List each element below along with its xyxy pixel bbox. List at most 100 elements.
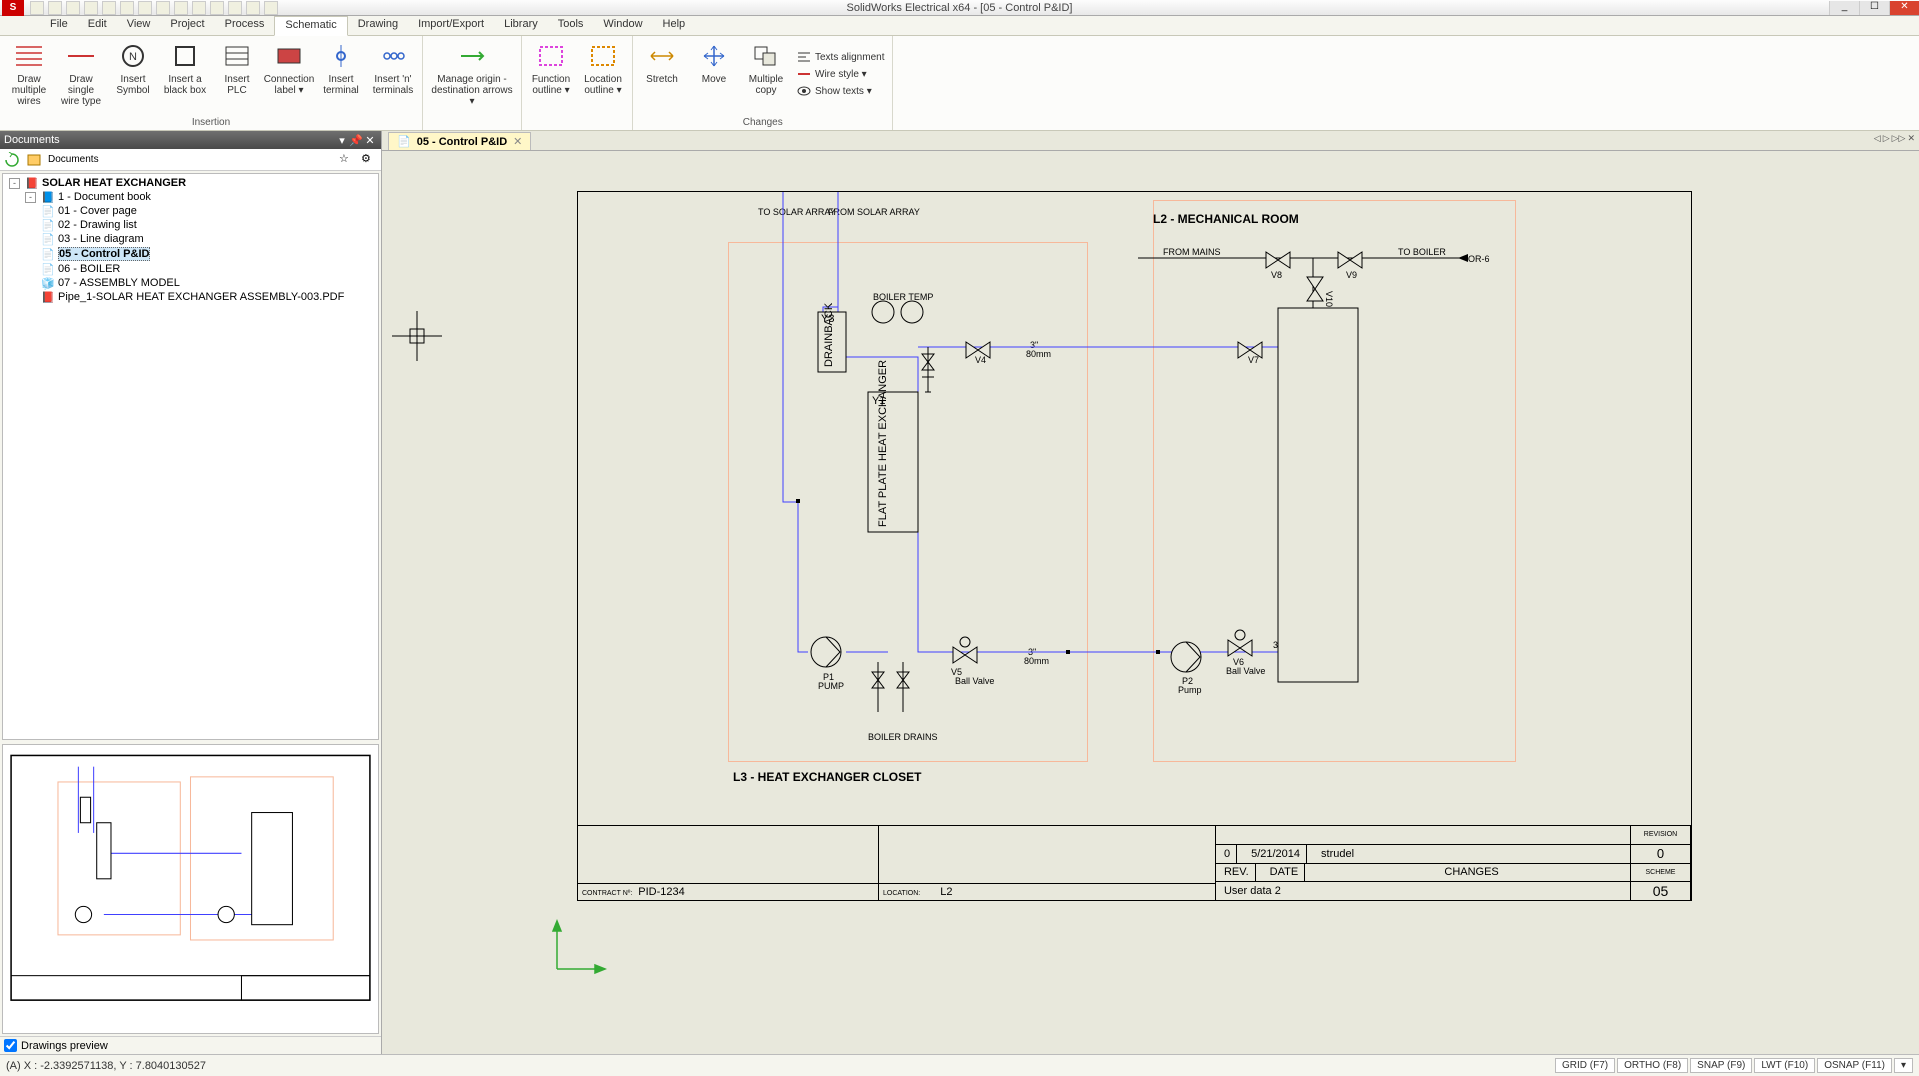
- menu-drawing[interactable]: Drawing: [348, 16, 408, 35]
- texts-alignment-button[interactable]: Texts alignment: [793, 49, 888, 65]
- tab-close-button[interactable]: ✕: [513, 135, 522, 148]
- qat-btn[interactable]: [48, 1, 62, 15]
- function-outline-button[interactable]: Function outline ▾: [526, 38, 576, 98]
- qat-btn[interactable]: [66, 1, 80, 15]
- stretch-button[interactable]: Stretch: [637, 38, 687, 87]
- statusbar: (A) X : -2.3392571138, Y : 7.8040130527 …: [0, 1054, 1919, 1076]
- tree-root[interactable]: -📕SOLAR HEAT EXCHANGER: [9, 176, 376, 190]
- qat-btn[interactable]: [30, 1, 44, 15]
- tree-doc[interactable]: 📄02 - Drawing list: [41, 218, 376, 232]
- book-icon: 📘: [41, 191, 55, 203]
- qat-btn[interactable]: [264, 1, 278, 15]
- insert-plc-button[interactable]: Insert PLC: [212, 38, 262, 98]
- menu-file[interactable]: File: [40, 16, 78, 35]
- tab-nav-right[interactable]: ▷: [1883, 133, 1890, 144]
- qat-btn[interactable]: [84, 1, 98, 15]
- menu-edit[interactable]: Edit: [78, 16, 117, 35]
- document-tree[interactable]: -📕SOLAR HEAT EXCHANGER -📘1 - Document bo…: [2, 173, 379, 740]
- maximize-button[interactable]: ☐: [1859, 1, 1889, 15]
- osnap-toggle[interactable]: OSNAP (F11): [1817, 1058, 1892, 1073]
- move-button[interactable]: Move: [689, 38, 739, 87]
- tree-doc[interactable]: 📕Pipe_1-SOLAR HEAT EXCHANGER ASSEMBLY-00…: [41, 290, 376, 304]
- page-icon: 📄: [41, 205, 55, 217]
- snap-toggles: GRID (F7) ORTHO (F8) SNAP (F9) LWT (F10)…: [1555, 1058, 1913, 1073]
- tree-doc[interactable]: 📄03 - Line diagram: [41, 232, 376, 246]
- model-icon: 🧊: [41, 277, 55, 289]
- tab-nav-left[interactable]: ◁: [1874, 133, 1881, 144]
- gear-icon[interactable]: ⚙: [361, 152, 377, 168]
- menu-process[interactable]: Process: [215, 16, 275, 35]
- menu-view[interactable]: View: [117, 16, 161, 35]
- insert-black-box-button[interactable]: Insert a black box: [160, 38, 210, 98]
- document-tab[interactable]: 📄 05 - Control P&ID ✕: [388, 132, 531, 150]
- insert-n-terminals-button[interactable]: Insert 'n' terminals: [368, 38, 418, 98]
- documents-panel: Documents ▾ 📌 ✕ Documents ☆ ⚙ -📕SOLAR HE…: [0, 131, 382, 1054]
- wire-style-button[interactable]: Wire style ▾: [793, 66, 888, 82]
- preview-drawing: [7, 749, 374, 1029]
- tab-nav-end[interactable]: ▷▷: [1892, 133, 1906, 144]
- menu-tools[interactable]: Tools: [548, 16, 594, 35]
- grid-toggle[interactable]: GRID (F7): [1555, 1058, 1615, 1073]
- ribbon-group-insertion: Draw multiple wires Draw single wire typ…: [0, 36, 423, 130]
- wire-icon: [797, 67, 811, 81]
- tab-close-all[interactable]: ✕: [1907, 133, 1915, 144]
- location-outline-button[interactable]: Location outline ▾: [578, 38, 628, 98]
- qat-btn[interactable]: [228, 1, 242, 15]
- manage-origin-destination-button[interactable]: Manage origin - destination arrows ▾: [427, 38, 517, 109]
- pdf-icon: 📕: [41, 291, 55, 303]
- tree-doc[interactable]: 📄05 - Control P&ID: [41, 246, 376, 262]
- tree-doc[interactable]: 📄06 - BOILER: [41, 262, 376, 276]
- ortho-toggle[interactable]: ORTHO (F8): [1617, 1058, 1688, 1073]
- snap-toggle[interactable]: SNAP (F9): [1690, 1058, 1752, 1073]
- qat-btn[interactable]: [138, 1, 152, 15]
- menu-help[interactable]: Help: [653, 16, 696, 35]
- ribbon-group-outlines: Function outline ▾ Location outline ▾: [522, 36, 633, 130]
- menu-library[interactable]: Library: [494, 16, 548, 35]
- svg-text:Y1: Y1: [872, 395, 885, 407]
- connection-label-button[interactable]: Connection label ▾: [264, 38, 314, 98]
- lwt-toggle[interactable]: LWT (F10): [1754, 1058, 1815, 1073]
- panel-close-button[interactable]: ✕: [363, 134, 377, 147]
- page-icon: 📄: [41, 219, 55, 231]
- status-dropdown[interactable]: ▾: [1894, 1058, 1913, 1073]
- titlebar: S SolidWorks Electrical x64 - [05 - Cont…: [0, 0, 1919, 16]
- multiple-copy-button[interactable]: Multiple copy: [741, 38, 791, 98]
- tree-book[interactable]: -📘1 - Document book: [25, 190, 376, 204]
- panel-dropdown-button[interactable]: ▾: [335, 134, 349, 147]
- main-area: 📄 05 - Control P&ID ✕ ◁ ▷ ▷▷ ✕ L2 -: [382, 131, 1919, 1054]
- refresh-icon[interactable]: [4, 152, 20, 168]
- menu-window[interactable]: Window: [593, 16, 652, 35]
- ucs-icon: [547, 919, 607, 979]
- qat-btn[interactable]: [102, 1, 116, 15]
- qat-btn[interactable]: [246, 1, 260, 15]
- book-icon[interactable]: [26, 152, 42, 168]
- preview-checkbox-row: Drawings preview: [0, 1036, 381, 1054]
- draw-single-wire-button[interactable]: Draw single wire type: [56, 38, 106, 109]
- menu-schematic[interactable]: Schematic: [274, 16, 347, 36]
- drawings-preview-label: Drawings preview: [21, 1040, 108, 1052]
- menu-import-export[interactable]: Import/Export: [408, 16, 494, 35]
- drawings-preview-checkbox[interactable]: [4, 1039, 17, 1052]
- draw-multiple-wires-button[interactable]: Draw multiple wires: [4, 38, 54, 109]
- insert-terminal-button[interactable]: Insert terminal: [316, 38, 366, 98]
- minimize-button[interactable]: _: [1829, 1, 1859, 15]
- tree-doc[interactable]: 📄01 - Cover page: [41, 204, 376, 218]
- tree-doc[interactable]: 🧊07 - ASSEMBLY MODEL: [41, 276, 376, 290]
- titleblock: CONTRACT Nº: PID-1234 LOCATION: L2 05/21…: [578, 825, 1691, 900]
- close-button[interactable]: ✕: [1889, 1, 1919, 15]
- qat-btn[interactable]: [210, 1, 224, 15]
- coordinates-readout: (A) X : -2.3392571138, Y : 7.8040130527: [6, 1060, 206, 1072]
- project-icon: 📕: [25, 177, 39, 189]
- qat-btn[interactable]: [192, 1, 206, 15]
- qat-btn[interactable]: [174, 1, 188, 15]
- tab-label: 05 - Control P&ID: [417, 136, 507, 148]
- drawing-canvas[interactable]: L2 - MECHANICAL ROOM L3 - HEAT EXCHANGER…: [382, 151, 1919, 1054]
- show-texts-button[interactable]: Show texts ▾: [793, 83, 888, 99]
- qat-btn[interactable]: [156, 1, 170, 15]
- panel-title: Documents: [4, 134, 60, 146]
- star-icon[interactable]: ☆: [339, 152, 355, 168]
- menu-project[interactable]: Project: [160, 16, 214, 35]
- panel-pin-button[interactable]: 📌: [349, 134, 363, 147]
- qat-btn[interactable]: [120, 1, 134, 15]
- insert-symbol-button[interactable]: NInsert Symbol: [108, 38, 158, 98]
